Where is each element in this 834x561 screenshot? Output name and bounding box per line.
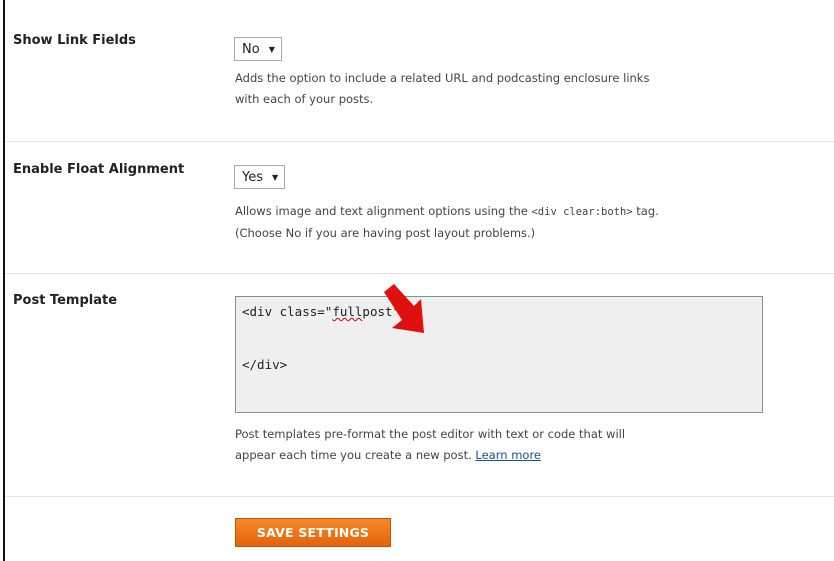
description-text: tag. — [632, 204, 659, 218]
show-link-fields-description: Adds the option to include a related URL… — [235, 68, 649, 110]
post-template-textarea[interactable]: <div class="fullpost"> </div> — [235, 296, 763, 413]
description-text: appear each time you create a new post. — [235, 448, 476, 462]
description-line: Allows image and text alignment options … — [235, 201, 659, 223]
float-alignment-description: Allows image and text alignment options … — [235, 201, 659, 244]
code-snippet: <div clear:both> — [531, 206, 633, 218]
description-line: appear each time you create a new post. … — [235, 445, 625, 466]
misspelled-word: full — [332, 304, 363, 319]
template-text: <div class=" — [242, 304, 333, 319]
divider — [5, 141, 834, 142]
settings-panel: Show Link Fields No ▼ Adds the option to… — [3, 0, 834, 561]
divider — [5, 273, 834, 274]
post-template-description: Post templates pre-format the post edito… — [235, 424, 625, 466]
description-text: Allows image and text alignment options … — [235, 204, 532, 218]
template-line: </div> — [242, 357, 288, 372]
show-link-fields-label: Show Link Fields — [13, 33, 136, 48]
red-arrow-icon — [384, 284, 424, 333]
description-line: with each of your posts. — [235, 92, 374, 106]
float-alignment-select[interactable]: Yes ▼ — [234, 165, 286, 189]
show-link-fields-select[interactable]: No ▼ — [234, 37, 282, 61]
select-value: No — [242, 41, 260, 57]
learn-more-link[interactable]: Learn more — [475, 448, 541, 462]
save-settings-button[interactable]: SAVE SETTINGS — [235, 518, 391, 547]
description-line: (Choose No if you are having post layout… — [235, 226, 536, 240]
chevron-down-icon: ▼ — [272, 172, 279, 182]
description-line: Adds the option to include a related URL… — [235, 71, 650, 85]
select-value: Yes — [242, 169, 263, 185]
description-line: Post templates pre-format the post edito… — [235, 427, 626, 441]
divider — [5, 496, 834, 497]
post-template-label: Post Template — [13, 293, 118, 308]
float-alignment-label: Enable Float Alignment — [13, 162, 185, 177]
chevron-down-icon: ▼ — [268, 44, 275, 54]
